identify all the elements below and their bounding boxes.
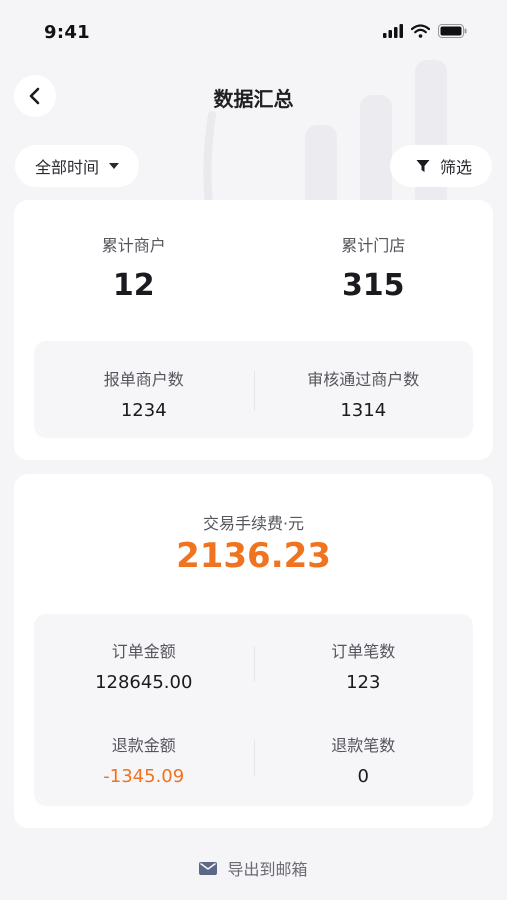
total-stores-value: 315 (341, 268, 405, 303)
order-amount-value: 128645.00 (95, 672, 193, 693)
submitted-merchants-stat: 报单商户数 1234 (34, 366, 254, 421)
refund-amount-stat: 退款金额 -1345.09 (34, 732, 254, 787)
approved-merchants-label: 审核通过商户数 (307, 370, 420, 389)
order-amount-stat: 订单金额 128645.00 (34, 638, 254, 693)
time-range-dropdown[interactable]: 全部时间 (15, 145, 140, 187)
status-bar: 9:41 (0, 0, 507, 60)
total-stores-stat: 累计门店 315 (254, 232, 494, 303)
nav-header: 数据汇总 (0, 75, 507, 119)
mail-icon (199, 861, 218, 875)
approved-merchants-value: 1314 (340, 400, 387, 421)
funnel-icon (416, 160, 430, 172)
filter-button[interactable]: 筛选 (389, 145, 492, 187)
submitted-merchants-label: 报单商户数 (103, 370, 184, 389)
refund-amount-label: 退款金额 (111, 736, 176, 755)
wifi-icon (411, 24, 430, 38)
approved-merchants-stat: 审核通过商户数 1314 (254, 366, 474, 421)
total-stores-label: 累计门店 (341, 236, 406, 255)
battery-icon (438, 24, 467, 38)
submitted-merchants-value: 1234 (120, 400, 167, 421)
status-time: 9:41 (44, 22, 90, 43)
total-merchants-value: 12 (112, 268, 155, 303)
export-label: 导出到邮箱 (227, 860, 308, 879)
transaction-details-box: 订单金额 128645.00 订单笔数 123 退款金额 -1345.09 退款… (34, 614, 473, 806)
summary-card: 累计商户 12 累计门店 315 报单商户数 1234 审核通过商户数 1314 (14, 200, 493, 460)
refund-count-stat: 退款笔数 0 (254, 732, 474, 787)
status-icons (383, 24, 467, 38)
transaction-card: 交易手续费·元 2136.23 订单金额 128645.00 订单笔数 123 … (14, 474, 493, 828)
caret-down-icon (109, 163, 120, 169)
refund-count-value: 0 (357, 766, 369, 787)
fee-value: 2136.23 (176, 536, 331, 576)
merchant-status-box: 报单商户数 1234 审核通过商户数 1314 (34, 341, 473, 438)
export-to-email-button[interactable]: 导出到邮箱 (0, 856, 507, 880)
filter-label: 筛选 (439, 158, 472, 177)
signal-icon (383, 24, 403, 38)
order-count-label: 订单笔数 (331, 642, 396, 661)
page-title: 数据汇总 (213, 87, 294, 111)
order-count-value: 123 (346, 672, 381, 693)
time-range-label: 全部时间 (35, 158, 100, 177)
refund-amount-value: -1345.09 (103, 766, 185, 787)
order-count-stat: 订单笔数 123 (254, 638, 474, 693)
fee-label: 交易手续费·元 (202, 514, 305, 533)
order-amount-label: 订单金额 (111, 642, 176, 661)
refund-count-label: 退款笔数 (331, 736, 396, 755)
total-merchants-stat: 累计商户 12 (14, 232, 254, 303)
total-merchants-label: 累计商户 (101, 236, 166, 255)
